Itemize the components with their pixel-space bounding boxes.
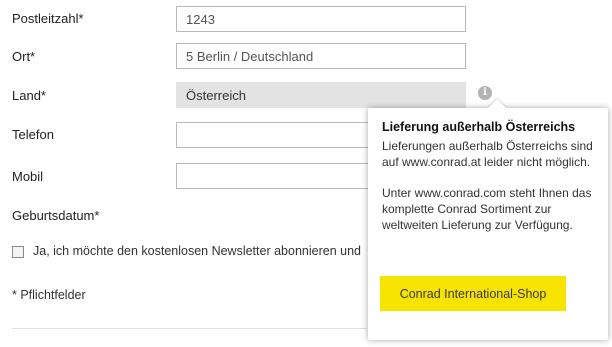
- city-input[interactable]: [176, 43, 466, 69]
- tooltip-arrow: [488, 99, 506, 108]
- tooltip-text-1: Lieferungen außerhalb Österreichs sind a…: [382, 139, 593, 169]
- mobile-label: Mobil: [12, 169, 44, 184]
- city-label: Ort*: [12, 49, 36, 64]
- tooltip-text-2: Unter www.conrad.com steht Ihnen das kom…: [382, 186, 592, 232]
- postcode-input[interactable]: [176, 6, 466, 32]
- international-shop-button[interactable]: Conrad International-Shop: [380, 276, 566, 311]
- divider: [12, 328, 367, 329]
- country-label: Land*: [12, 88, 46, 103]
- phone-label: Telefon: [12, 127, 54, 142]
- shipping-tooltip: Lieferung außerhalb Österreichs Lieferun…: [368, 108, 608, 340]
- required-fields-note: * Pflichtfelder: [12, 288, 86, 302]
- newsletter-label: Ja, ich möchte den kostenlosen Newslette…: [33, 244, 361, 258]
- postcode-label: Postleitzahl*: [12, 11, 84, 26]
- country-select[interactable]: Österreich: [176, 82, 466, 108]
- newsletter-checkbox[interactable]: [12, 246, 24, 258]
- tooltip-title: Lieferung außerhalb Österreichs: [382, 120, 576, 134]
- country-select-value: Österreich: [186, 87, 246, 103]
- birthdate-label: Geburtsdatum*: [12, 208, 100, 223]
- info-icon[interactable]: i: [478, 86, 492, 100]
